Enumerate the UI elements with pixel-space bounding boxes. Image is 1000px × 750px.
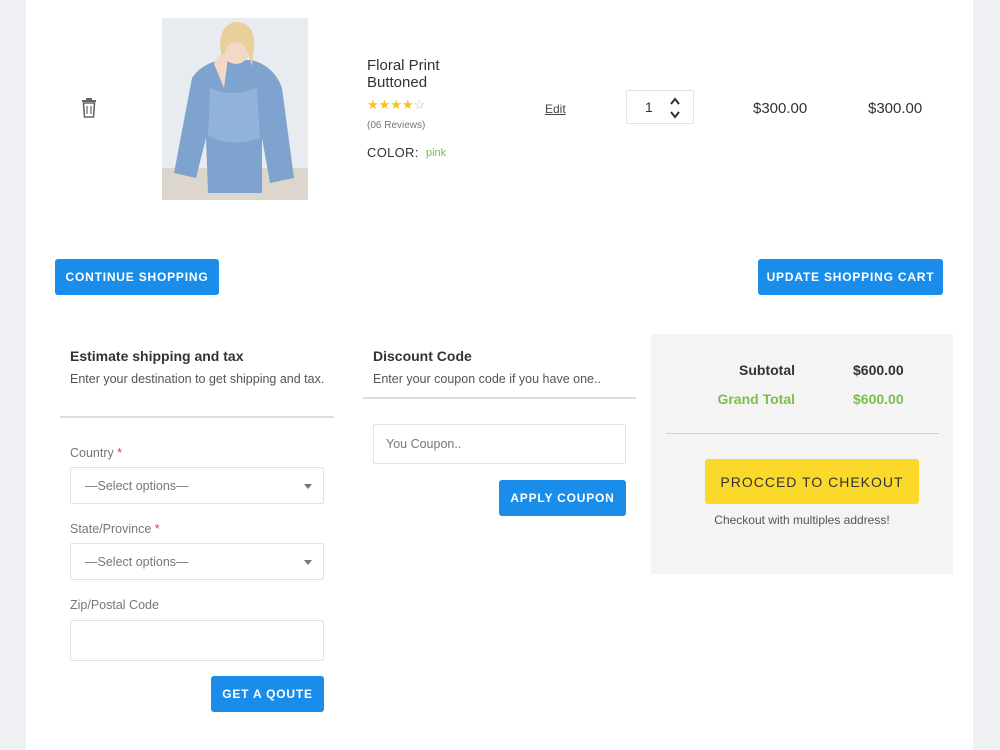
apply-coupon-button[interactable]: APPLY COUPON [499,480,626,516]
required-marker: * [154,522,160,536]
dropdown-caret-icon [304,484,312,489]
update-cart-button[interactable]: UPDATE SHOPPING CART [758,259,943,295]
proceed-to-checkout-button[interactable]: PROCCED TO CHEKOUT [705,459,919,504]
star-empty-icon: ☆ [413,97,426,112]
grand-total-label: Grand Total [717,391,795,407]
zip-input[interactable] [70,620,324,661]
state-label: State/Province * [70,522,160,536]
multi-address-link[interactable]: Checkout with multiples address! [651,513,953,527]
unit-price: $300.00 [753,100,808,117]
totals-divider [666,433,939,434]
subtotal-label: Subtotal [739,362,795,378]
state-select[interactable]: —Select options— [70,543,324,580]
shipping-divider [60,416,334,418]
star-icon: ★ [390,97,402,112]
required-marker: * [117,446,123,460]
product-image[interactable] [162,18,308,200]
trash-icon[interactable] [81,98,97,118]
star-icon: ★ [367,97,379,112]
color-value: pink [426,147,447,159]
grand-total-value: $600.00 [853,391,904,407]
spinner-arrows-icon[interactable] [669,95,681,121]
get-quote-button[interactable]: GET A QOUTE [211,676,324,712]
order-summary: Subtotal $600.00 Grand Total $600.00 PRO… [651,334,953,574]
coupon-input[interactable]: You Coupon.. [373,424,626,464]
shipping-title: Estimate shipping and tax [70,348,244,364]
dropdown-caret-icon [304,560,312,565]
line-total-price: $300.00 [868,100,923,117]
color-label: COLOR: [367,145,419,160]
country-label: Country * [70,446,123,460]
continue-shopping-button[interactable]: CONTINUE SHOPPING [55,259,219,295]
star-icon: ★ [378,97,391,112]
zip-label: Zip/Postal Code [70,598,159,612]
quantity-stepper[interactable]: 1 [626,90,694,124]
edit-link[interactable]: Edit [545,102,566,116]
country-select[interactable]: —Select options— [70,467,324,504]
quantity-value[interactable]: 1 [645,99,653,115]
shipping-description: Enter your destination to get shipping a… [70,372,325,386]
star-icon: ★ [401,97,414,112]
cart-page: Floral Print Buttoned ★★★★☆ (06 Reviews)… [26,0,973,750]
review-count[interactable]: (06 Reviews) [367,120,425,131]
product-name[interactable]: Floral Print Buttoned [367,57,477,91]
discount-title: Discount Code [373,348,472,364]
rating-stars: ★★★★☆ [367,98,425,112]
subtotal-value: $600.00 [853,362,904,378]
discount-description: Enter your coupon code if you have one.. [373,372,601,386]
discount-divider [363,397,636,399]
